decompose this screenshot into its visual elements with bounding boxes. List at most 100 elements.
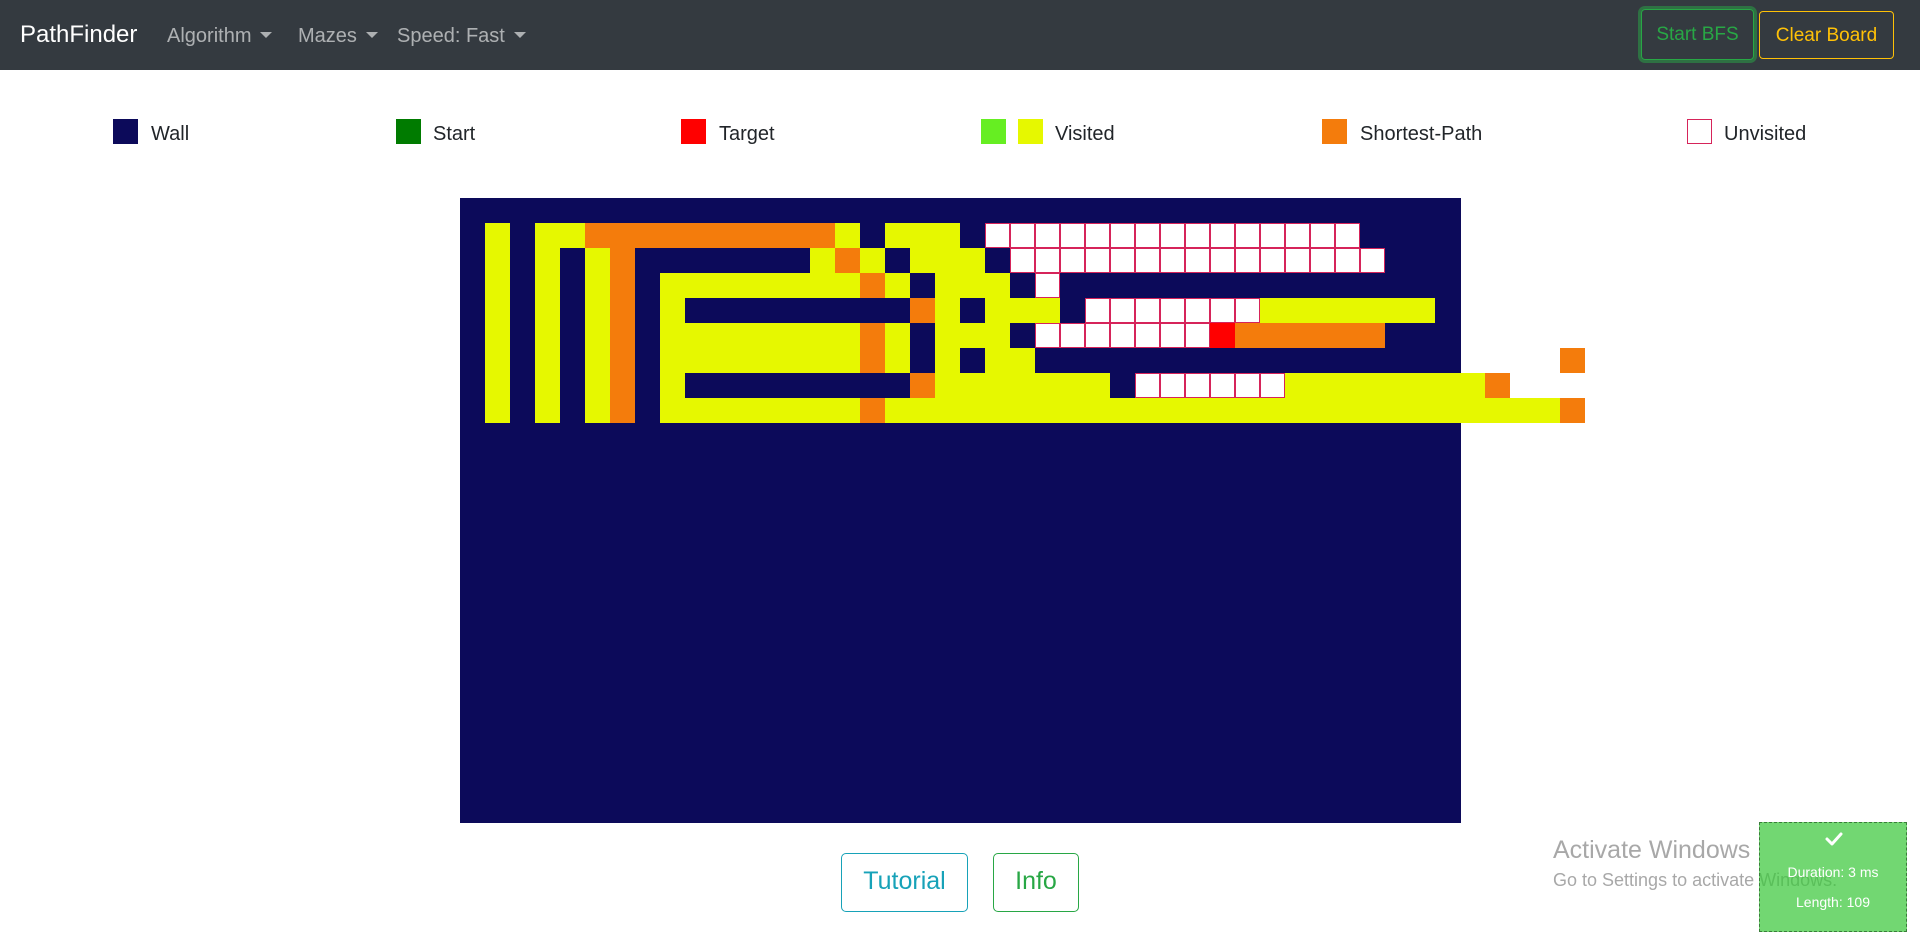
unvisited-cell[interactable] [1135, 223, 1160, 248]
visited-cell[interactable] [1460, 398, 1485, 423]
unvisited-cell[interactable] [1060, 223, 1085, 248]
visited-cell[interactable] [1310, 298, 1335, 323]
visited-cell[interactable] [1285, 373, 1310, 398]
visited-cell[interactable] [960, 398, 985, 423]
unvisited-cell[interactable] [1210, 298, 1235, 323]
visited-cell[interactable] [1460, 373, 1485, 398]
unvisited-cell[interactable] [1110, 323, 1135, 348]
visited-cell[interactable] [535, 373, 560, 398]
visited-cell[interactable] [985, 373, 1010, 398]
visited-cell[interactable] [960, 323, 985, 348]
visited-cell[interactable] [735, 348, 760, 373]
visited-cell[interactable] [1335, 373, 1360, 398]
visited-cell[interactable] [485, 298, 510, 323]
visited-cell[interactable] [710, 273, 735, 298]
visited-cell[interactable] [1185, 398, 1210, 423]
visited-cell[interactable] [1010, 398, 1035, 423]
unvisited-cell[interactable] [1160, 323, 1185, 348]
unvisited-cell[interactable] [1060, 323, 1085, 348]
unvisited-cell[interactable] [1210, 223, 1235, 248]
visited-cell[interactable] [485, 248, 510, 273]
visited-cell[interactable] [1335, 398, 1360, 423]
visited-cell[interactable] [485, 273, 510, 298]
visited-cell[interactable] [785, 273, 810, 298]
visited-cell[interactable] [660, 273, 685, 298]
unvisited-cell[interactable] [1185, 373, 1210, 398]
algorithm-dropdown[interactable]: Algorithm [167, 23, 273, 49]
unvisited-cell[interactable] [1185, 223, 1210, 248]
shortest-path-cell[interactable] [610, 348, 635, 373]
mazes-dropdown[interactable]: Mazes [298, 23, 378, 49]
visited-cell[interactable] [585, 373, 610, 398]
shortest-path-cell[interactable] [860, 398, 885, 423]
unvisited-cell[interactable] [1135, 248, 1160, 273]
visited-cell[interactable] [1060, 373, 1085, 398]
visited-cell[interactable] [660, 373, 685, 398]
unvisited-cell[interactable] [1160, 373, 1185, 398]
visited-cell[interactable] [1360, 373, 1385, 398]
visited-cell[interactable] [835, 273, 860, 298]
visited-cell[interactable] [585, 248, 610, 273]
unvisited-cell[interactable] [1310, 223, 1335, 248]
visited-cell[interactable] [585, 348, 610, 373]
visited-cell[interactable] [1110, 398, 1135, 423]
shortest-path-cell[interactable] [610, 373, 635, 398]
visited-cell[interactable] [1235, 398, 1260, 423]
visited-cell[interactable] [960, 273, 985, 298]
visited-cell[interactable] [560, 223, 585, 248]
visited-cell[interactable] [1085, 373, 1110, 398]
visited-cell[interactable] [1360, 298, 1385, 323]
visited-cell[interactable] [1260, 398, 1285, 423]
visited-cell[interactable] [1285, 398, 1310, 423]
visited-cell[interactable] [1035, 398, 1060, 423]
shortest-path-cell[interactable] [785, 223, 810, 248]
visited-cell[interactable] [585, 298, 610, 323]
brand-logo[interactable]: PathFinder [20, 20, 137, 50]
shortest-path-cell[interactable] [910, 298, 935, 323]
unvisited-cell[interactable] [1235, 298, 1260, 323]
visited-cell[interactable] [835, 223, 860, 248]
visited-cell[interactable] [1010, 298, 1035, 323]
visited-cell[interactable] [810, 348, 835, 373]
shortest-path-cell[interactable] [1335, 323, 1360, 348]
shortest-path-cell[interactable] [660, 223, 685, 248]
visited-cell[interactable] [885, 348, 910, 373]
unvisited-cell[interactable] [1085, 223, 1110, 248]
visited-cell[interactable] [1310, 373, 1335, 398]
shortest-path-cell[interactable] [760, 223, 785, 248]
visited-cell[interactable] [785, 348, 810, 373]
visited-cell[interactable] [1360, 398, 1385, 423]
unvisited-cell[interactable] [1285, 223, 1310, 248]
visited-cell[interactable] [1060, 398, 1085, 423]
visited-cell[interactable] [935, 398, 960, 423]
visited-cell[interactable] [535, 223, 560, 248]
visited-cell[interactable] [1435, 373, 1460, 398]
unvisited-cell[interactable] [1185, 323, 1210, 348]
unvisited-cell[interactable] [1260, 373, 1285, 398]
unvisited-cell[interactable] [1010, 223, 1035, 248]
visited-cell[interactable] [985, 273, 1010, 298]
visited-cell[interactable] [485, 223, 510, 248]
shortest-path-cell[interactable] [635, 223, 660, 248]
visited-cell[interactable] [760, 273, 785, 298]
info-button[interactable]: Info [993, 853, 1079, 912]
visited-cell[interactable] [835, 398, 860, 423]
visited-cell[interactable] [985, 348, 1010, 373]
shortest-path-cell[interactable] [810, 223, 835, 248]
visited-cell[interactable] [660, 398, 685, 423]
unvisited-cell[interactable] [1185, 298, 1210, 323]
visited-cell[interactable] [535, 323, 560, 348]
shortest-path-cell[interactable] [1235, 323, 1260, 348]
unvisited-cell[interactable] [1035, 323, 1060, 348]
visited-cell[interactable] [1435, 398, 1460, 423]
unvisited-cell[interactable] [1035, 223, 1060, 248]
visited-cell[interactable] [810, 248, 835, 273]
shortest-path-cell[interactable] [860, 348, 885, 373]
shortest-path-cell[interactable] [610, 298, 635, 323]
shortest-path-cell[interactable] [910, 373, 935, 398]
shortest-path-cell[interactable] [1285, 323, 1310, 348]
unvisited-cell[interactable] [1085, 298, 1110, 323]
visited-cell[interactable] [910, 398, 935, 423]
visited-cell[interactable] [1035, 373, 1060, 398]
visited-cell[interactable] [485, 398, 510, 423]
